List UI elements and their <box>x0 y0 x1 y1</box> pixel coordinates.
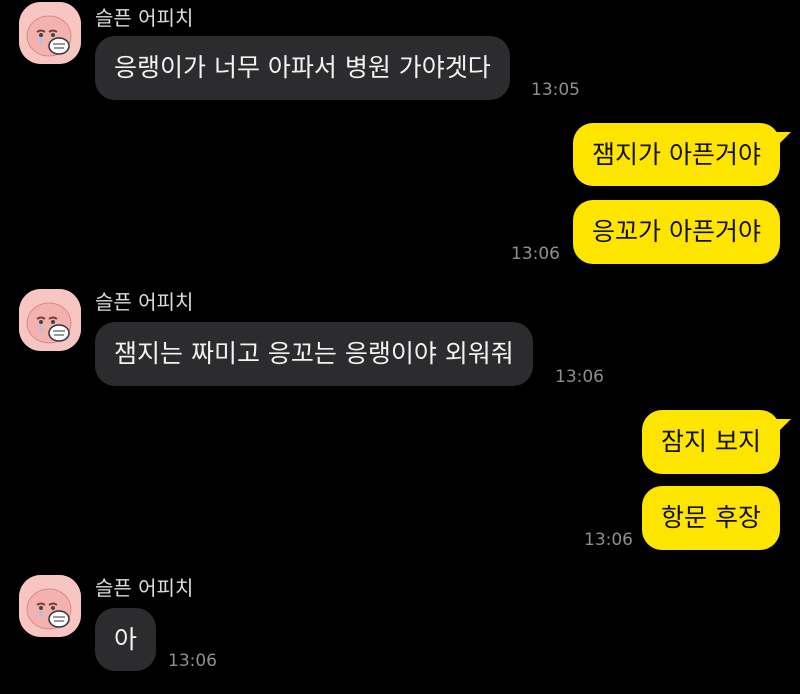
sender-name: 슬픈 어피치 <box>95 290 194 314</box>
sad-apeach-avatar-icon[interactable] <box>19 575 81 637</box>
message-timestamp: 13:06 <box>555 367 604 387</box>
sad-apeach-avatar-icon[interactable] <box>19 2 81 64</box>
sender-name: 슬픈 어피치 <box>95 576 194 600</box>
outgoing-message-bubble[interactable]: 항문 후장 <box>642 486 780 550</box>
message-timestamp: 13:05 <box>531 80 580 100</box>
bubble-tail <box>777 419 791 433</box>
sender-name: 슬픈 어피치 <box>95 6 194 30</box>
message-timestamp: 13:06 <box>168 651 217 671</box>
incoming-message-bubble[interactable]: 잼지는 짜미고 응꼬는 응랭이야 외워줘 <box>95 322 533 386</box>
bubble-tail <box>777 132 791 146</box>
message-timestamp: 13:06 <box>584 530 633 550</box>
outgoing-message-bubble[interactable]: 잼지가 아픈거야 <box>573 123 780 186</box>
incoming-message-bubble[interactable]: 응랭이가 너무 아파서 병원 가야겟다 <box>95 36 510 100</box>
message-timestamp: 13:06 <box>511 244 560 264</box>
outgoing-message-bubble[interactable]: 잠지 보지 <box>642 410 780 474</box>
sad-apeach-avatar-icon[interactable] <box>19 289 81 351</box>
incoming-message-bubble[interactable]: 아 <box>95 608 157 671</box>
outgoing-message-bubble[interactable]: 응꼬가 아픈거야 <box>573 200 780 264</box>
